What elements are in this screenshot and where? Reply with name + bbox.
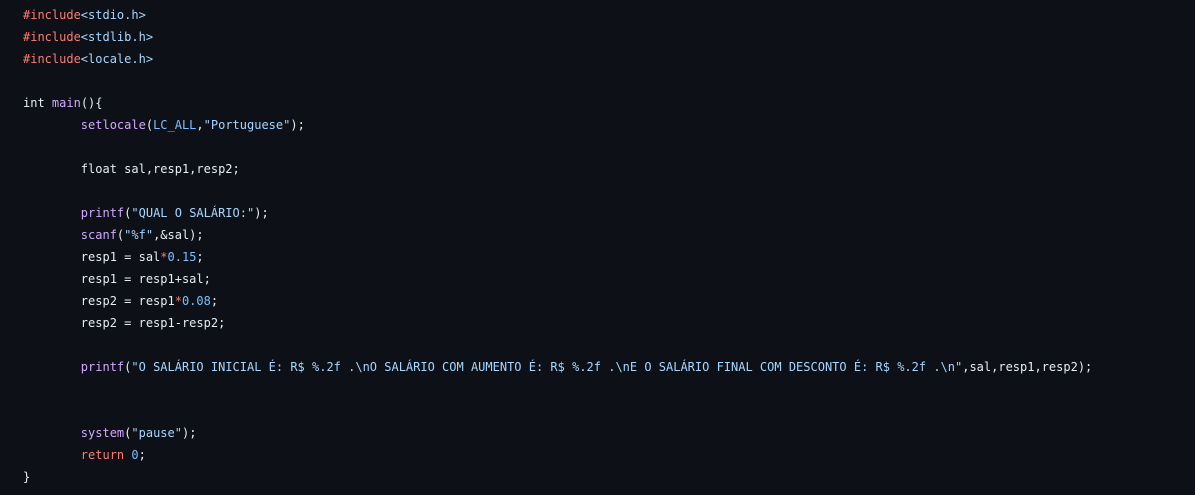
code-token-plain: resp2 = resp1 xyxy=(23,294,175,308)
code-token-number: 0 xyxy=(131,448,139,462)
code-token-string: "O SALÁRIO INICIAL É: R$ %.2f .\nO SALÁR… xyxy=(131,360,963,374)
code-token-plain: ); xyxy=(254,206,269,220)
code-token-string: "QUAL O SALÁRIO:" xyxy=(131,206,255,220)
code-token-string: <stdio.h> xyxy=(80,8,146,22)
code-lines: #include<stdio.h> #include<stdlib.h> #incl… xyxy=(23,4,1092,488)
code-token-string: "Portuguese" xyxy=(203,118,291,132)
code-token-number: 0.15 xyxy=(167,250,197,264)
code-token-plain: ); xyxy=(181,426,197,440)
code-line: resp1 = resp1+sal; xyxy=(23,268,1092,290)
code-token-operator: * xyxy=(160,250,168,264)
code-token-constant: LC_ALL xyxy=(153,118,197,132)
code-token-plain: (){ xyxy=(80,96,103,110)
code-token-string: "pause" xyxy=(131,426,182,440)
code-token-plain: float sal,resp1,resp2; xyxy=(23,162,240,176)
code-line: resp2 = resp1-resp2; xyxy=(23,312,1092,334)
code-token-plain: , xyxy=(196,118,204,132)
code-token-plain: int xyxy=(23,96,52,110)
code-token-plain: resp1 = resp1+sal; xyxy=(23,272,211,286)
code-token-function: main xyxy=(51,96,81,110)
code-line: system("pause"); xyxy=(23,422,1092,444)
code-token-keyword: return xyxy=(80,448,125,462)
code-token-function: printf xyxy=(80,206,125,220)
code-token-string: <stdlib.h> xyxy=(80,30,154,44)
code-token-keyword: #include xyxy=(23,8,81,22)
code-token-plain: resp2 = resp1-resp2; xyxy=(23,316,226,330)
code-token-string: "%f" xyxy=(124,228,154,242)
code-token-plain: ); xyxy=(290,118,305,132)
code-token-plain: ,sal,resp1,resp2); xyxy=(962,360,1093,374)
code-token-operator: * xyxy=(174,294,182,308)
code-line: setlocale(LC_ALL,"Portuguese"); xyxy=(23,114,1092,136)
code-token-function: scanf xyxy=(80,228,117,242)
code-token-plain: resp1 = sal xyxy=(23,250,161,264)
code-token-plain: ; xyxy=(138,448,146,462)
code-token-keyword: #include xyxy=(23,52,81,66)
code-token-plain: ( xyxy=(145,118,154,132)
code-line: resp1 = sal*0.15; xyxy=(23,246,1092,268)
code-token-plain: ; xyxy=(196,250,204,264)
code-line: scanf("%f",&sal); xyxy=(23,224,1092,246)
code-line: return 0; xyxy=(23,444,1092,466)
code-line: printf("QUAL O SALÁRIO:"); xyxy=(23,202,1092,224)
code-token-function: printf xyxy=(80,360,125,374)
code-token-plain: ; xyxy=(210,294,219,308)
code-line: float sal,resp1,resp2; xyxy=(23,158,1092,180)
code-token-function: system xyxy=(80,426,125,440)
code-token-keyword: #include xyxy=(23,30,81,44)
code-token-plain: ,&sal); xyxy=(153,228,204,242)
code-line: #include<stdlib.h> xyxy=(23,26,1092,48)
code-line: } xyxy=(23,466,1092,488)
code-line: #include<stdio.h> xyxy=(23,4,1092,26)
code-line: resp2 = resp1*0.08; xyxy=(23,290,1092,312)
code-token-number: 0.08 xyxy=(181,294,211,308)
code-token-plain: } xyxy=(23,470,31,484)
code-line: #include<locale.h> xyxy=(23,48,1092,70)
code-line: printf("O SALÁRIO INICIAL É: R$ %.2f .\n… xyxy=(23,356,1092,378)
code-line: int main(){ xyxy=(23,92,1092,114)
code-token-function: setlocale xyxy=(80,118,146,132)
code-token-string: <locale.h> xyxy=(80,52,154,66)
code-block: #include<stdio.h> #include<stdlib.h> #incl… xyxy=(0,0,1195,495)
